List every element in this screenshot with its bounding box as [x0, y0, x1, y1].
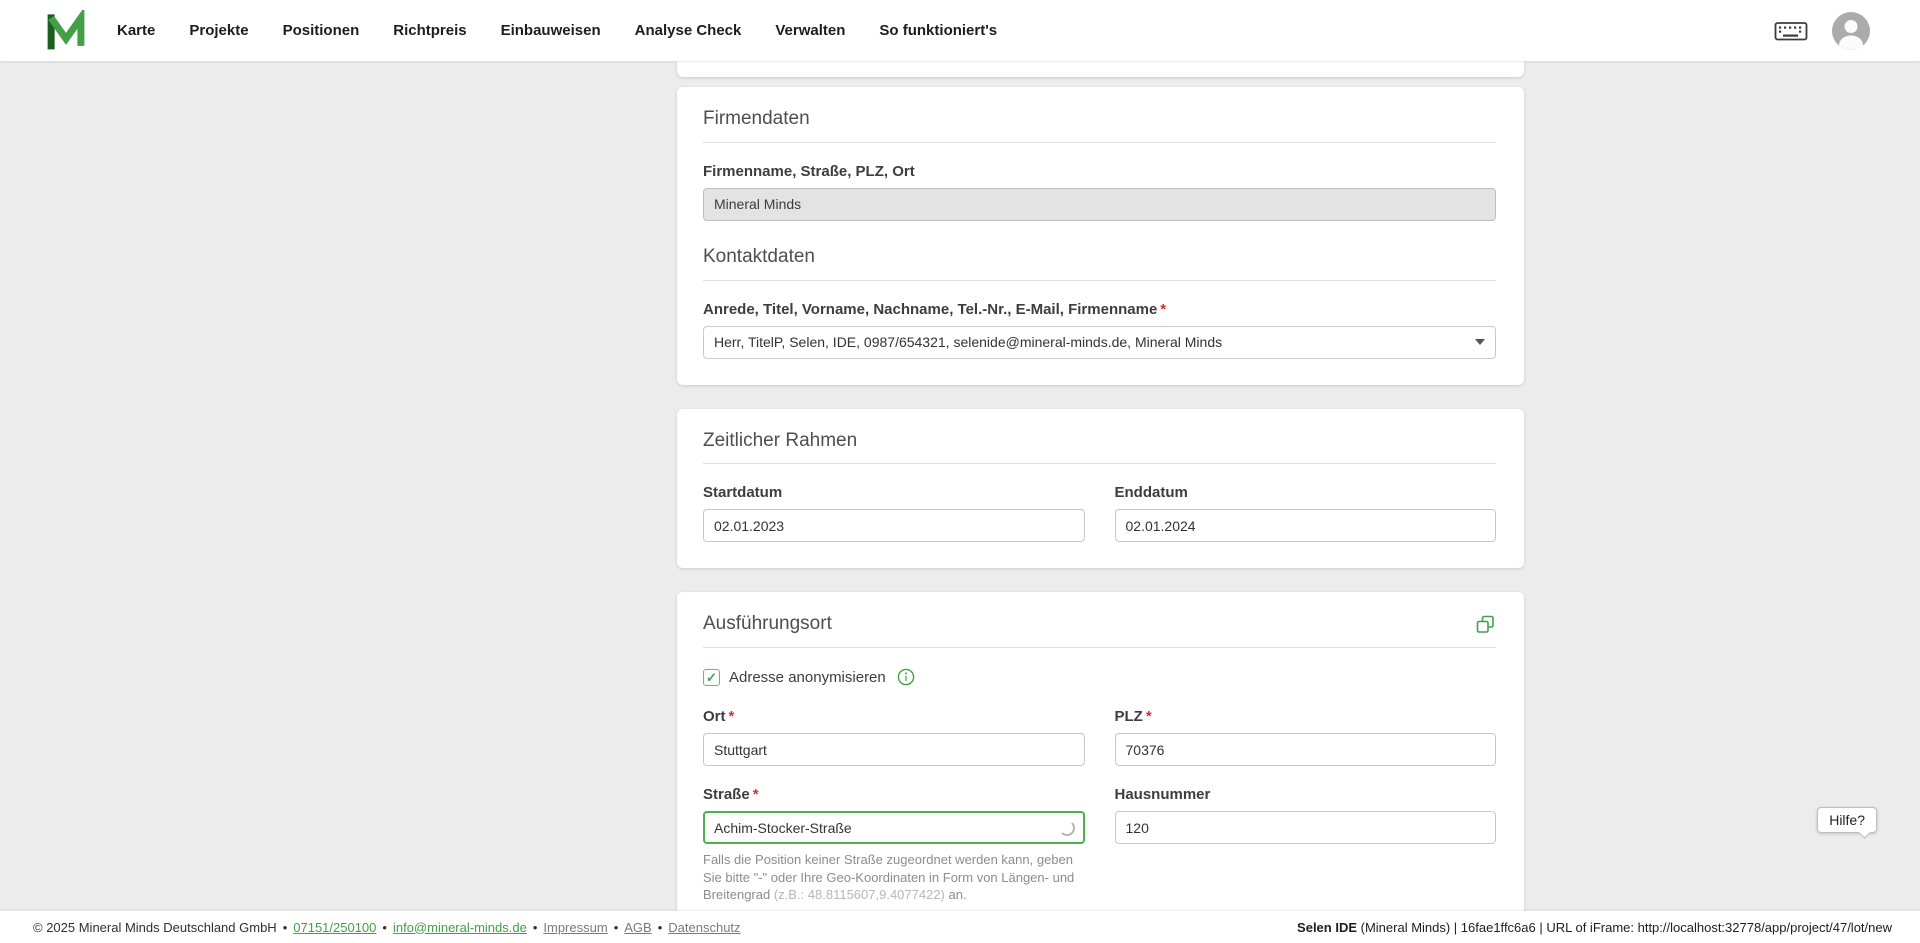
plz-input[interactable]	[1114, 733, 1496, 766]
field-label-plz: PLZ *	[1115, 708, 1497, 725]
separator-dot: •	[532, 919, 538, 935]
email-link[interactable]: info@mineral-minds.de	[393, 920, 527, 935]
field-label-strasse: Straße *	[703, 786, 1085, 803]
user-avatar[interactable]	[1832, 11, 1870, 50]
nav-item-positionen[interactable]: Positionen	[283, 22, 360, 39]
field-label-ort: Ort *	[703, 708, 1085, 725]
anonymize-row: ✓ Adresse anonymisieren	[703, 668, 1496, 686]
required-asterisk: *	[728, 708, 735, 725]
card-firmendaten: Firmendaten Firmenname, Straße, PLZ, Ort…	[677, 87, 1524, 385]
divider	[703, 647, 1496, 648]
info-icon	[897, 668, 915, 686]
startdatum-input[interactable]	[703, 509, 1085, 543]
firmenname-input	[703, 187, 1496, 221]
navbar-right	[1774, 11, 1920, 50]
keyboard-button[interactable]	[1774, 19, 1808, 43]
duplicate-button[interactable]	[1475, 614, 1496, 635]
kontakt-select[interactable]: Herr, TitelP, Selen, IDE, 0987/654321, s…	[703, 325, 1496, 359]
section-title-zeitlicher-rahmen: Zeitlicher Rahmen	[703, 429, 858, 451]
field-ort: Ort *	[703, 688, 1085, 766]
section-title-ausfuehrungsort: Ausführungsort	[703, 613, 832, 635]
strasse-label-text: Straße	[703, 786, 750, 803]
anonymize-checkbox[interactable]: ✓	[703, 668, 720, 686]
section-title-kontaktdaten: Kontaktdaten	[703, 245, 815, 267]
kontakt-select-value: Herr, TitelP, Selen, IDE, 0987/654321, s…	[714, 334, 1223, 350]
keyboard-icon	[1774, 21, 1808, 40]
required-asterisk: *	[1160, 300, 1167, 318]
strasse-hausnummer-row: Straße* Falls die Position keiner Straße…	[703, 766, 1496, 904]
copyright-text: © 2025 Mineral Minds Deutschland GmbH	[33, 919, 277, 935]
logo-icon	[47, 9, 85, 49]
card-ausfuehrungsort: Ausführungsort ✓ Adresse anonymisieren O…	[677, 592, 1524, 911]
chevron-down-icon	[1475, 339, 1485, 345]
required-asterisk: *	[752, 786, 759, 803]
nav-item-verwalten[interactable]: Verwalten	[775, 22, 845, 39]
field-label-kontakt: Anrede, Titel, Vorname, Nachname, Tel.-N…	[703, 301, 1496, 318]
field-label-enddatum: Enddatum	[1114, 484, 1188, 502]
ort-label-text: Ort	[703, 708, 726, 725]
iframe-url-text: (Mineral Minds) | 16fae1ffc6a6 | URL of …	[1357, 919, 1892, 935]
section-title-firmendaten: Firmendaten	[703, 108, 810, 129]
top-navbar: Karte Projekte Positionen Richtpreis Ein…	[0, 0, 1920, 61]
person-icon	[1839, 19, 1863, 50]
kontakt-label-text: Anrede, Titel, Vorname, Nachname, Tel.-N…	[703, 300, 1158, 318]
nav-item-so-funktionierts[interactable]: So funktioniert's	[879, 22, 997, 39]
nav-item-projekte[interactable]: Projekte	[189, 22, 248, 39]
footer: © 2025 Mineral Minds Deutschland GmbH • …	[0, 911, 1920, 943]
nav-item-karte[interactable]: Karte	[117, 22, 155, 39]
separator-dot: •	[613, 919, 619, 935]
separator-dot: •	[382, 919, 387, 935]
footer-left: © 2025 Mineral Minds Deutschland GmbH • …	[33, 920, 741, 935]
divider	[703, 141, 1496, 143]
ide-name: Selen IDE	[1297, 919, 1358, 935]
main-navigation: Karte Projekte Positionen Richtpreis Ein…	[117, 22, 997, 39]
separator-dot: •	[657, 919, 663, 935]
strasse-input[interactable]	[703, 811, 1085, 844]
ort-plz-row: Ort* PLZ*	[703, 688, 1496, 766]
separator-dot: •	[282, 919, 288, 935]
impressum-link[interactable]: Impressum	[543, 920, 607, 935]
card-zeitlicher-rahmen: Zeitlicher Rahmen Startdatum Enddatum	[677, 408, 1524, 569]
loading-spinner-icon	[1058, 819, 1075, 836]
nav-item-richtpreis[interactable]: Richtpreis	[393, 22, 466, 39]
hint-suffix: an.	[944, 887, 967, 903]
field-plz: PLZ *	[1114, 688, 1497, 766]
field-label-startdatum: Startdatum	[703, 484, 783, 502]
divider	[703, 279, 1496, 281]
card-fragment-top	[677, 61, 1524, 77]
phone-link[interactable]: 07151/250100	[293, 920, 376, 935]
field-startdatum: Startdatum	[703, 464, 1085, 543]
date-fields-row: Startdatum Enddatum	[703, 464, 1496, 543]
debug-info: Selen IDE (Mineral Minds) | 16fae1ffc6a6…	[1297, 920, 1892, 935]
main-content: Firmendaten Firmenname, Straße, PLZ, Ort…	[0, 61, 1920, 911]
form-column: Firmendaten Firmenname, Straße, PLZ, Ort…	[677, 61, 1524, 911]
help-button[interactable]: Hilfe?	[1817, 807, 1877, 833]
strasse-hint: Falls die Position keiner Straße zugeord…	[703, 851, 1085, 904]
agb-link[interactable]: AGB	[624, 920, 651, 935]
nav-item-einbauweisen[interactable]: Einbauweisen	[501, 22, 601, 39]
hint-example: (z.B.: 48.8115607,9.4077422)	[773, 887, 945, 903]
field-enddatum: Enddatum	[1114, 464, 1496, 543]
nav-item-analyse-check[interactable]: Analyse Check	[635, 22, 742, 39]
enddatum-input[interactable]	[1114, 509, 1496, 543]
field-strasse: Straße* Falls die Position keiner Straße…	[703, 766, 1085, 904]
strasse-input-wrap	[703, 811, 1085, 844]
hausnummer-input[interactable]	[1114, 811, 1496, 844]
field-label-firmenname: Firmenname, Straße, PLZ, Ort	[703, 162, 915, 180]
ort-input[interactable]	[703, 733, 1085, 766]
required-asterisk: *	[1145, 708, 1152, 725]
plz-label-text: PLZ	[1114, 708, 1143, 725]
copy-icon	[1476, 615, 1494, 633]
anonymize-info-button[interactable]	[897, 668, 915, 686]
ausfuehrungsort-header: Ausführungsort	[703, 604, 1496, 636]
field-hausnummer: Hausnummer	[1114, 766, 1496, 904]
anonymize-label: Adresse anonymisieren	[729, 668, 886, 686]
mineral-minds-logo[interactable]	[45, 9, 87, 52]
field-label-hausnummer: Hausnummer	[1114, 786, 1211, 803]
datenschutz-link[interactable]: Datenschutz	[668, 920, 740, 935]
